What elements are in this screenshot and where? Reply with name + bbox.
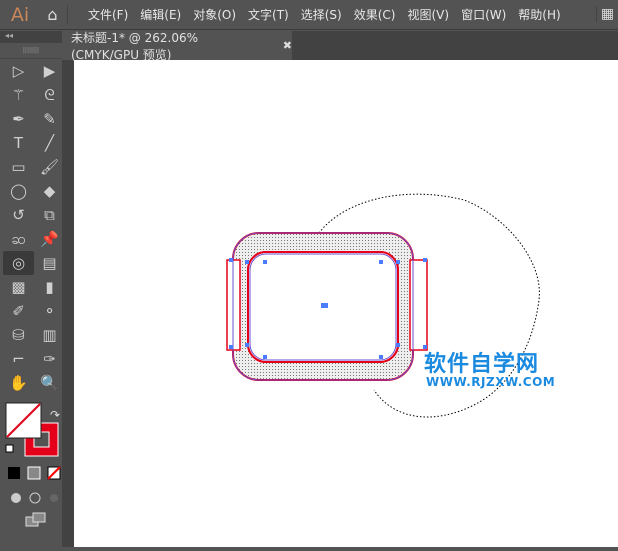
draw-normal-icon[interactable] bbox=[11, 493, 21, 503]
mesh-tool[interactable]: ▩ bbox=[3, 275, 34, 299]
none-button[interactable] bbox=[47, 466, 61, 480]
pen-tool[interactable]: ✒ bbox=[3, 107, 34, 131]
paintbrush-tool[interactable]: 🖌 bbox=[34, 155, 65, 179]
swap-icon[interactable]: ↷ bbox=[50, 408, 60, 422]
pin-tool[interactable]: 📌 bbox=[34, 227, 65, 251]
document-tab[interactable]: 未标题-1* @ 262.06% (CMYK/GPU 预览) ✖ bbox=[62, 30, 292, 62]
symbol-sprayer-tool[interactable]: ⛁ bbox=[3, 323, 34, 347]
artboard-canvas[interactable]: 软件自学网 WWW.RJZXW.COM bbox=[74, 60, 618, 547]
selection-tool[interactable]: ▷ bbox=[3, 59, 34, 83]
artwork[interactable] bbox=[74, 60, 618, 547]
panel-grip[interactable]: |||||||| bbox=[0, 43, 62, 59]
document-tab-bar: 未标题-1* @ 262.06% (CMYK/GPU 预览) ✖ bbox=[62, 30, 618, 62]
eraser-tool[interactable]: ◆ bbox=[34, 179, 65, 203]
hand-tool[interactable]: ✋ bbox=[3, 371, 34, 395]
close-icon[interactable]: ✖ bbox=[283, 39, 292, 52]
shape-builder-tool[interactable]: ◎ bbox=[3, 251, 34, 275]
shaper-tool[interactable]: ◯ bbox=[3, 179, 34, 203]
slice-tool[interactable]: ✑ bbox=[34, 347, 65, 371]
menu-item[interactable]: 效果(C) bbox=[354, 6, 396, 23]
menu-item[interactable]: 编辑(E) bbox=[140, 6, 181, 23]
perspective-grid-tool[interactable]: ▤ bbox=[34, 251, 65, 275]
blend-tool[interactable]: ⚬ bbox=[34, 299, 65, 323]
app-logo: Ai bbox=[10, 3, 30, 26]
artboard-tool[interactable]: ⌐ bbox=[3, 347, 34, 371]
menu-item[interactable]: 帮助(H) bbox=[518, 6, 560, 23]
draw-behind-icon[interactable] bbox=[29, 492, 41, 504]
watermark-title: 软件自学网 bbox=[424, 352, 540, 377]
menu-item[interactable]: 文字(T) bbox=[248, 6, 289, 23]
workspace-switcher-icon[interactable]: ▦ bbox=[596, 6, 618, 22]
draw-inside-icon[interactable] bbox=[50, 494, 58, 502]
gradient-button[interactable] bbox=[27, 466, 41, 480]
default-colors-icon[interactable] bbox=[5, 444, 14, 453]
screen-mode-icon[interactable] bbox=[25, 512, 46, 527]
watermark-url: WWW.RJZXW.COM bbox=[426, 375, 556, 389]
color-controls: ↷ bbox=[5, 402, 61, 527]
direct-selection-tool[interactable]: ▶ bbox=[34, 59, 65, 83]
zoom-tool[interactable]: 🔍 bbox=[34, 371, 65, 395]
menu-bar: Ai ⌂ 文件(F) 编辑(E) 对象(O) 文字(T) 选择(S) 效果(C) 视图(V)… bbox=[0, 0, 618, 30]
column-graph-tool[interactable]: ▥ bbox=[34, 323, 65, 347]
curvature-tool[interactable]: ✎ bbox=[34, 107, 65, 131]
eyedropper-tool[interactable]: ✐ bbox=[3, 299, 34, 323]
magic-wand-tool[interactable]: ⚚ bbox=[3, 83, 34, 107]
rectangle-tool[interactable]: ▭ bbox=[3, 155, 34, 179]
menu-item[interactable]: 对象(O) bbox=[193, 6, 236, 23]
menu-item[interactable]: 视图(V) bbox=[407, 6, 449, 23]
tools-panel: ◂◂ |||||||| ▷ ▶ ⚚ ᘓ ✒ ✎ T ╱ ▭ 🖌 ◯ ◆ ↺ ⧉ ဆ 📌 ◎ ▤ ▩ ▮ ✐ ⚬ ⛁ ▥ ⌐ ✑ ✋ 🔍… bbox=[0, 31, 74, 547]
document-tab-title: 未标题-1* @ 262.06% (CMYK/GPU 预览) bbox=[71, 30, 198, 62]
color-button[interactable] bbox=[8, 467, 20, 479]
menu-item[interactable]: 文件(F) bbox=[88, 6, 128, 23]
puppet-warp-tool[interactable]: ဆ bbox=[3, 227, 34, 251]
lasso-tool[interactable]: ᘓ bbox=[34, 83, 65, 107]
type-tool[interactable]: T bbox=[3, 131, 34, 155]
line-tool[interactable]: ╱ bbox=[34, 131, 65, 155]
home-icon[interactable]: ⌂ bbox=[38, 5, 68, 24]
menu-item[interactable]: 窗口(W) bbox=[461, 6, 506, 23]
collapse-panel-button[interactable]: ◂◂ bbox=[0, 31, 62, 43]
scale-tool[interactable]: ⧉ bbox=[34, 203, 65, 227]
gradient-tool[interactable]: ▮ bbox=[34, 275, 65, 299]
menu-item[interactable]: 选择(S) bbox=[301, 6, 342, 23]
rotate-tool[interactable]: ↺ bbox=[3, 203, 34, 227]
